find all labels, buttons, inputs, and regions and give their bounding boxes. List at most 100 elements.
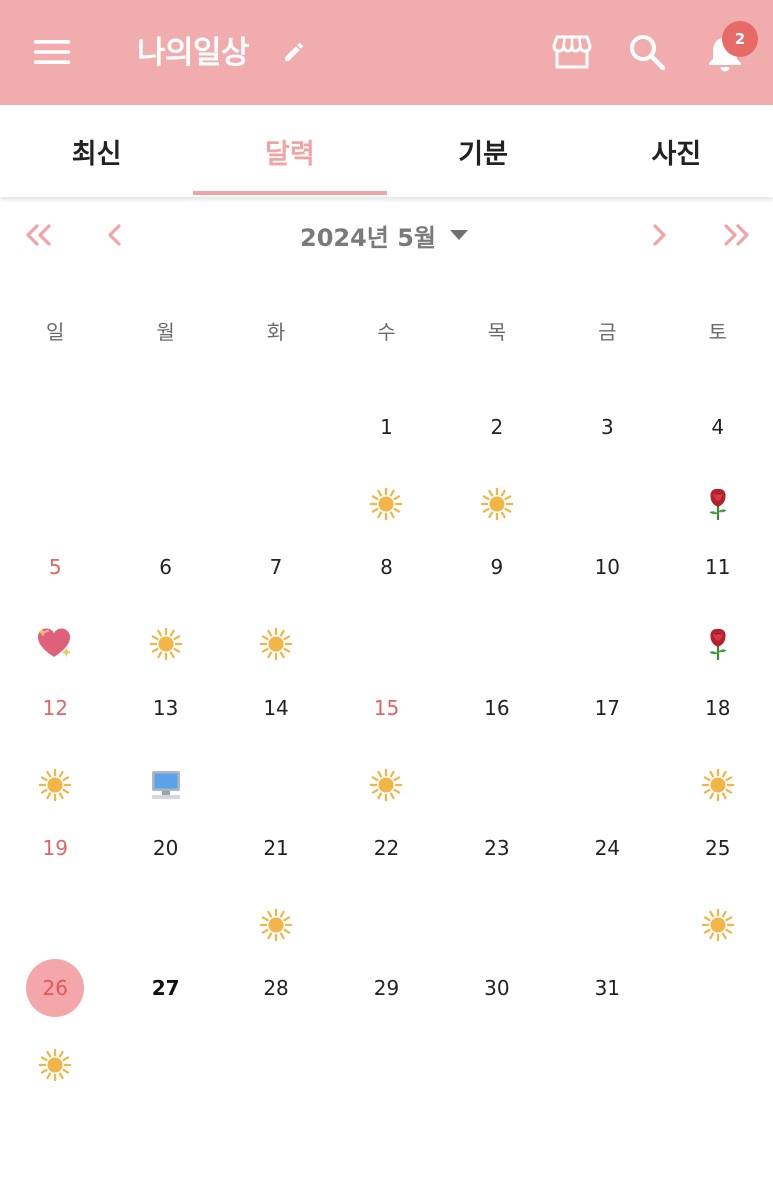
day-cell-18[interactable]: 18 [663,667,773,807]
edit-title-button[interactable] [264,22,324,82]
double-chevron-right-icon [724,224,749,246]
next-month-button[interactable] [634,210,684,260]
mood-heart[interactable] [37,626,73,662]
sparkling-heart-icon [38,628,72,658]
day-cell-2[interactable]: 2 [442,386,552,526]
menu-button[interactable] [22,22,82,82]
day-number: 17 [594,695,621,720]
app-title[interactable]: 나의일상 [137,30,250,76]
day-cell-8[interactable]: 8 [331,526,441,666]
day-cell-17[interactable]: 17 [552,667,662,807]
sun-icon [149,628,182,661]
sun-icon [480,487,514,521]
day-number: 25 [705,835,731,860]
day-cell-31[interactable]: 31 [552,947,662,1087]
day-cell-15[interactable]: 15 [331,667,441,807]
day-number: 31 [594,976,621,1001]
day-cell-14[interactable]: 14 [221,667,331,807]
day-number: 6 [159,555,172,580]
mood-sun[interactable] [258,626,294,662]
weekday-wed: 수 [377,320,396,344]
computer-icon [151,770,180,799]
day-number: 19 [42,835,68,860]
mood-sun[interactable] [37,767,73,803]
day-number: 12 [42,695,68,720]
sun-icon [38,1048,72,1082]
day-cell-6[interactable]: 6 [110,526,220,666]
day-number: 1 [380,415,393,439]
search-button[interactable] [617,22,677,82]
day-number: 3 [600,415,614,439]
day-cell-5[interactable]: 5 [0,526,110,666]
day-cell-9[interactable]: 9 [442,526,552,666]
day-cell-11[interactable]: 11 [663,526,773,666]
selected-day-number: 26 [26,959,85,1018]
caret-down-icon [450,230,469,240]
day-number: 24 [594,835,621,860]
mood-sun[interactable] [368,486,404,522]
tab-photos[interactable]: 사진 [580,105,773,197]
month-label: 2024년 5월 [300,223,437,252]
day-cell-22[interactable]: 22 [331,807,441,947]
menu-icon [34,40,70,64]
double-chevron-left-icon [26,224,51,246]
day-cell-21[interactable]: 21 [221,807,331,947]
day-cell-16[interactable]: 16 [442,667,552,807]
day-cell-27[interactable]: 27 [110,947,220,1087]
search-icon [630,35,666,71]
weekday-mon: 월 [156,320,175,344]
day-number: 4 [711,415,725,439]
weekday-thu: 목 [487,320,507,344]
sun-icon [701,768,734,801]
mood-sun[interactable] [368,767,404,803]
mood-sun[interactable] [258,907,294,943]
tab-latest[interactable]: 최신 [0,105,193,197]
day-cell-24[interactable]: 24 [552,807,662,947]
day-cell-20[interactable]: 20 [110,807,220,947]
day-cell-28[interactable]: 28 [221,947,331,1087]
day-cell-13[interactable]: 13 [110,667,220,807]
day-number: 21 [263,835,289,860]
tab-calendar[interactable]: 달력 [193,105,387,197]
sun-icon [701,908,734,942]
mood-sun[interactable] [479,486,515,522]
day-cell-1[interactable]: 1 [331,386,441,526]
day-cell-19[interactable]: 19 [0,807,110,947]
day-cell-7[interactable]: 7 [221,526,331,666]
day-cell-29[interactable]: 29 [331,947,441,1087]
day-cell-25[interactable]: 25 [663,807,773,947]
next-year-button[interactable] [711,210,761,260]
mood-sun[interactable] [700,767,736,803]
day-cell-3[interactable]: 3 [552,386,662,526]
weekday-fri: 금 [598,320,617,344]
rose-icon [709,629,727,661]
mood-rose[interactable] [700,626,736,662]
day-cell-30[interactable]: 30 [442,947,552,1087]
month-selector[interactable]: 2024년 5월 [300,213,469,257]
day-cell-4[interactable]: 4 [663,386,773,526]
day-cell-10[interactable]: 10 [552,526,662,666]
day-number: 23 [484,835,510,860]
day-cell-12[interactable]: 12 [0,667,110,807]
weekday-sun: 일 [46,320,65,344]
empty-day-cell [110,386,220,526]
day-cell-23[interactable]: 23 [442,807,552,947]
mood-rose[interactable] [700,486,736,522]
day-number: 8 [380,555,393,580]
sun-icon [259,628,293,661]
mood-sun[interactable] [37,1047,73,1083]
day-number: 7 [269,555,283,580]
mood-computer[interactable] [148,767,184,803]
chevron-left-icon [108,224,121,246]
previous-year-button[interactable] [14,210,64,260]
tab-mood[interactable]: 기분 [387,105,580,197]
day-cell-26[interactable]: 26 [0,947,110,1087]
previous-month-button[interactable] [90,210,140,260]
store-icon [552,35,592,69]
empty-day-cell [0,386,110,526]
mood-sun[interactable] [700,907,736,943]
rose-icon [709,488,727,521]
store-button[interactable] [542,22,602,82]
mood-sun[interactable] [148,626,184,662]
weekday-header: 일 월 화 수 목 금 토 [0,310,773,354]
